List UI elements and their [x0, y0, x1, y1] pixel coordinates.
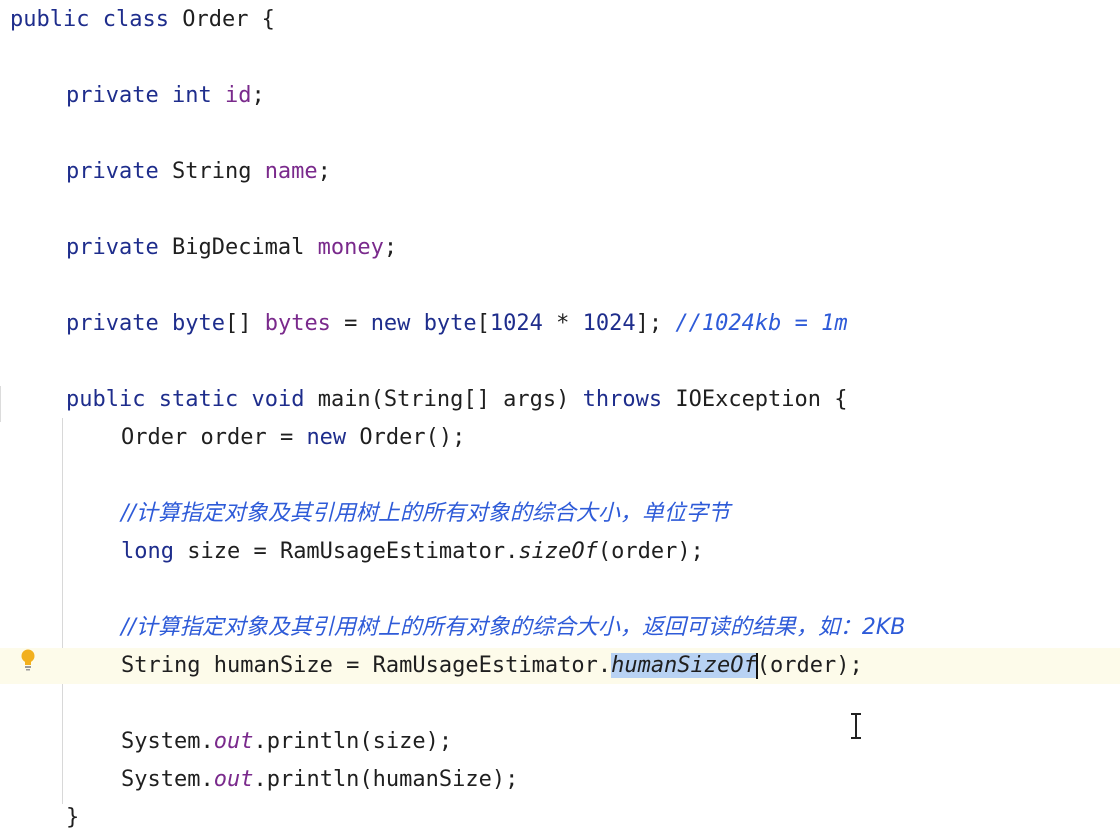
- code-token: ;: [251, 83, 265, 108]
- code-token: (order);: [597, 539, 704, 564]
- code-token: private: [66, 159, 159, 184]
- code-token: ;: [317, 159, 331, 184]
- code-token: BigDecimal: [158, 235, 318, 260]
- code-line-current[interactable]: String humanSize = RamUsageEstimator.hum…: [0, 648, 1120, 684]
- code-token: 1024: [582, 311, 636, 336]
- code-token: (order);: [756, 653, 863, 678]
- code-token: int: [171, 83, 212, 108]
- code-token: new: [370, 311, 411, 336]
- code-token: sizeOf: [518, 539, 598, 564]
- code-token: void: [251, 387, 305, 412]
- code-token: String: [158, 159, 265, 184]
- code-token: =: [330, 311, 371, 336]
- code-token: }: [66, 805, 80, 829]
- code-token: money: [317, 235, 384, 260]
- code-editor[interactable]: public class Order { private int id; pri…: [0, 0, 1120, 829]
- code-token: .println(humanSize);: [253, 767, 519, 792]
- code-token: Order {: [168, 7, 275, 32]
- code-token: out: [213, 729, 254, 754]
- code-comment: //计算指定对象及其引用树上的所有对象的综合大小，返回可读的结果，如：2KB: [121, 615, 906, 640]
- code-token: *: [542, 311, 583, 336]
- code-token: private: [66, 235, 159, 260]
- code-line[interactable]: Order order = new Order();: [0, 420, 1120, 456]
- code-token: name: [264, 159, 318, 184]
- code-token: [: [476, 311, 490, 336]
- code-token: public: [10, 7, 90, 32]
- code-token: ];: [635, 311, 676, 336]
- code-line[interactable]: long size = RamUsageEstimator.sizeOf(ord…: [0, 534, 1120, 570]
- code-line[interactable]: private String name;: [0, 154, 1120, 190]
- code-token: bytes: [264, 311, 331, 336]
- code-token: String humanSize = RamUsageEstimator.: [121, 653, 612, 678]
- text-cursor-icon: [851, 713, 861, 739]
- code-line[interactable]: public class Order {: [0, 2, 1120, 38]
- code-comment: //计算指定对象及其引用树上的所有对象的综合大小，单位字节: [121, 501, 730, 526]
- code-token: System.: [121, 729, 214, 754]
- code-token: System.: [121, 767, 214, 792]
- code-token: .println(size);: [253, 729, 453, 754]
- code-token: Order order =: [121, 425, 307, 450]
- code-token: IOException {: [662, 387, 848, 412]
- code-comment: //1024kb = 1m: [675, 311, 848, 336]
- code-token: private: [66, 83, 159, 108]
- code-token: public: [66, 387, 146, 412]
- code-line[interactable]: private int id;: [0, 78, 1120, 114]
- code-token: []: [224, 311, 265, 336]
- code-line[interactable]: public static void main(String[] args) t…: [0, 382, 1120, 418]
- code-line[interactable]: //计算指定对象及其引用树上的所有对象的综合大小，返回可读的结果，如：2KB: [0, 610, 1120, 646]
- code-token: class: [102, 7, 169, 32]
- code-token: throws: [582, 387, 663, 412]
- code-token: ;: [383, 235, 398, 260]
- code-token: byte: [423, 311, 477, 336]
- code-line[interactable]: //计算指定对象及其引用树上的所有对象的综合大小，单位字节: [0, 496, 1120, 532]
- code-token: new: [306, 425, 347, 450]
- code-token: out: [213, 767, 254, 792]
- code-token: private: [66, 311, 159, 336]
- code-line[interactable]: }: [0, 800, 1120, 829]
- code-line[interactable]: private byte[] bytes = new byte[1024 * 1…: [0, 306, 1120, 342]
- selected-token[interactable]: humanSizeOf: [611, 653, 757, 678]
- code-line[interactable]: System.out.println(size);: [0, 724, 1120, 760]
- code-token: 1024: [489, 311, 543, 336]
- code-token: static: [158, 387, 239, 412]
- code-token: id: [224, 83, 252, 108]
- code-token: Order();: [346, 425, 466, 450]
- lightbulb-icon[interactable]: [18, 648, 38, 672]
- code-line[interactable]: private BigDecimal money;: [0, 230, 1120, 266]
- code-line[interactable]: System.out.println(humanSize);: [0, 762, 1120, 798]
- code-token: long: [121, 539, 174, 564]
- code-token: main(String[] args): [304, 387, 583, 412]
- code-token: byte: [171, 311, 225, 336]
- code-token: size = RamUsageEstimator.: [173, 539, 519, 564]
